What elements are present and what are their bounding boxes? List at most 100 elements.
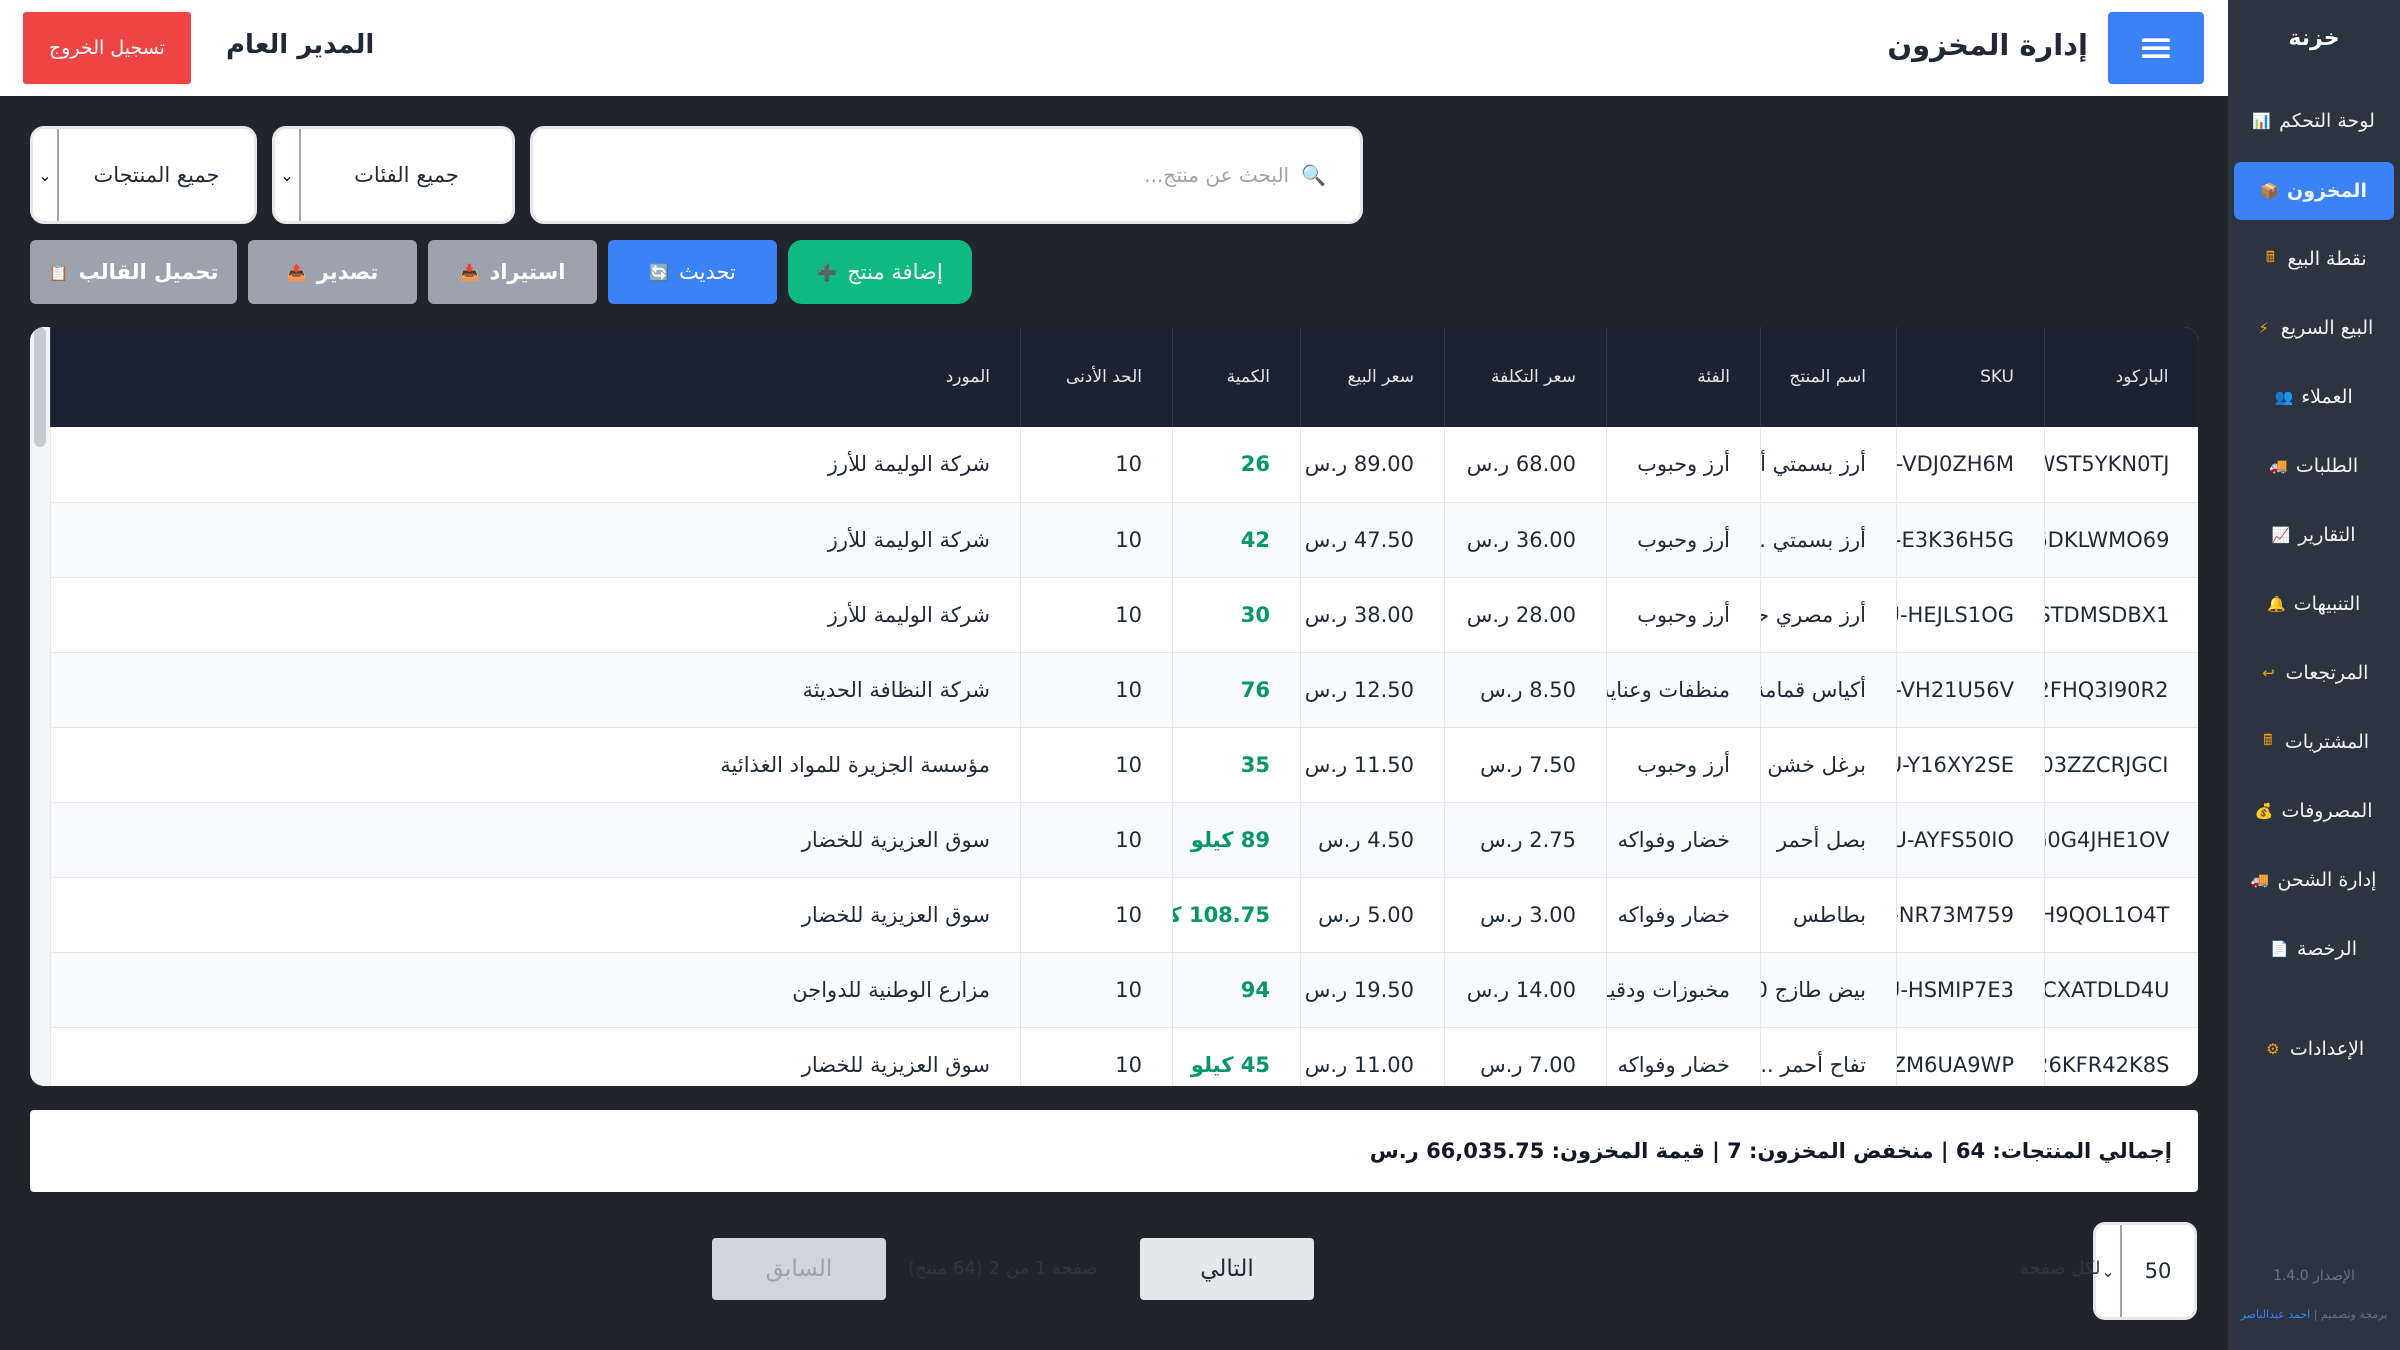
cell-product-name: أكياس قمامة ... (1760, 652, 1897, 728)
cell-sell-price: 19.50 ر.س (1300, 952, 1445, 1028)
credit-line: برمجة وتصميم | احمد عبدالناصر (2228, 1308, 2400, 1321)
table-row[interactable]: KZ-WST5YKN0TJSKU-VDJ0ZH6Mأرز بسمتي أبو .… (50, 427, 2198, 503)
credit-author-link[interactable]: احمد عبدالناصر (2241, 1308, 2311, 1321)
cell-cost-price: 36.00 ر.س (1444, 502, 1607, 578)
sidebar-item-label: التقارير (2298, 524, 2356, 546)
dashboard-icon: 📊 (2252, 112, 2272, 130)
col-header-quantity[interactable]: الكمية (1172, 327, 1301, 427)
add-product-button[interactable]: إضافة منتج ➕ (788, 240, 972, 304)
cell-cost-price: 7.50 ر.س (1444, 727, 1607, 803)
sidebar-item-shipping[interactable]: إدارة الشحن 🚚 (2234, 851, 2394, 909)
col-header-sku[interactable]: SKU (1896, 327, 2045, 427)
search-input[interactable] (589, 163, 1290, 187)
cell-barcode: KZ-D6DKLWMO69 (2044, 502, 2198, 578)
refresh-icon: 🔄 (649, 262, 670, 282)
cell-min-stock: 10 (1020, 577, 1173, 653)
license-icon: 📄 (2270, 940, 2290, 958)
sidebar-item-quick-sale[interactable]: البيع السريع ⚡ (2234, 299, 2394, 357)
export-button[interactable]: تصدير 📤 (248, 240, 417, 304)
product-filter-value: جميع المنتجات (93, 163, 220, 187)
inventory-table: الباركود SKU اسم المنتج الفئة سعر التكلف… (50, 327, 2198, 1086)
expenses-icon: 💰 (2254, 802, 2274, 820)
menu-toggle-button[interactable]: ≡ (2108, 12, 2204, 84)
scrollbar-thumb[interactable] (34, 327, 46, 447)
cell-quantity: 35 (1172, 727, 1301, 803)
cell-barcode: KZ-ESTDMSDBX1 (2044, 577, 2198, 653)
clipboard-icon: 📋 (48, 262, 69, 282)
sidebar-item-pos[interactable]: نقطة البيع 🖩 (2234, 230, 2394, 288)
sidebar-item-label: لوحة التحكم (2279, 110, 2375, 132)
cell-sku: SKU-Y16XY2SE (1896, 727, 2045, 803)
col-header-cost[interactable]: سعر التكلفة (1444, 327, 1607, 427)
cell-category: خضار وفواكه (1606, 1027, 1761, 1086)
sidebar-item-license[interactable]: الرخصة 📄 (2234, 920, 2394, 978)
table-header-row: الباركود SKU اسم المنتج الفئة سعر التكلف… (50, 327, 2198, 427)
table-scrollbar[interactable] (30, 327, 50, 1086)
cell-sell-price: 38.00 ر.س (1300, 577, 1445, 653)
chevron-down-icon: ⌄ (275, 129, 301, 221)
table-row[interactable]: KZ-03ZZCRJGCISKU-Y16XY2SEبرغل خشن 1 ...أ… (50, 727, 2198, 803)
sidebar-item-returns[interactable]: المرتجعات ↩ (2234, 644, 2394, 702)
per-page-select[interactable]: 50 ⌄ (2093, 1222, 2197, 1320)
col-header-min[interactable]: الحد الأدنى (1020, 327, 1173, 427)
cell-category: أرز وحبوب (1606, 577, 1761, 653)
table-row[interactable]: KZ-D6DKLWMO69SKU-E3K36H5Gأرز بسمتي ...أر… (50, 502, 2198, 578)
cell-sku: SKU-VH21U56V (1896, 652, 2045, 728)
prev-page-button[interactable]: السابق (712, 1238, 886, 1300)
inventory-table-container: الباركود SKU اسم المنتج الفئة سعر التكلف… (30, 327, 2198, 1086)
cell-barcode: KZ-2FHQ3I90R2 (2044, 652, 2198, 728)
sidebar-item-label: البيع السريع (2280, 317, 2374, 339)
product-filter-select[interactable]: جميع المنتجات ⌄ (30, 126, 257, 224)
sidebar-item-expenses[interactable]: المصروفات 💰 (2234, 782, 2394, 840)
table-row[interactable]: KZ-G0G4JHE1OVSKU-AYFS50IOبصل أحمرخضار وف… (50, 802, 2198, 878)
cell-product-name: بطاطس (1760, 877, 1897, 953)
cell-supplier: شركة النظافة الحديثة (50, 652, 1021, 728)
table-row[interactable]: KZ-2FHQ3I90R2SKU-VH21U56Vأكياس قمامة ...… (50, 652, 2198, 728)
cell-min-stock: 10 (1020, 502, 1173, 578)
col-header-barcode[interactable]: الباركود (2044, 327, 2198, 427)
cell-cost-price: 68.00 ر.س (1444, 427, 1607, 503)
sidebar-item-alerts[interactable]: التنبيهات 🔔 (2234, 575, 2394, 633)
inventory-icon: 📦 (2260, 182, 2280, 200)
logout-button[interactable]: تسجيل الخروج (23, 12, 191, 84)
export-icon: 📤 (286, 262, 307, 282)
sidebar-item-reports[interactable]: التقارير 📈 (2234, 506, 2394, 564)
cell-cost-price: 8.50 ر.س (1444, 652, 1607, 728)
col-header-name[interactable]: اسم المنتج (1760, 327, 1897, 427)
cell-product-name: بيض طازج 30 ... (1760, 952, 1897, 1028)
sidebar-item-inventory[interactable]: المخزون 📦 (2234, 162, 2394, 220)
refresh-button[interactable]: تحديث 🔄 (608, 240, 777, 304)
table-row[interactable]: KZ-26KFR42K8SSKU-ZM6UA9WPتفاح أحمر ...خض… (50, 1027, 2198, 1086)
sidebar: خزنة لوحة التحكم 📊 المخزون 📦 نقطة البيع 🖩 البي… (2228, 0, 2400, 1350)
table-row[interactable]: KZ-DH9QOL1O4TSKU-NR73M759بطاطسخضار وفواك… (50, 877, 2198, 953)
per-page-value: 50 (2144, 1259, 2172, 1283)
sidebar-item-customers[interactable]: العملاء 👥 (2234, 368, 2394, 426)
cell-product-name: تفاح أحمر ... (1760, 1027, 1897, 1086)
sidebar-item-settings[interactable]: الإعدادات ⚙ (2234, 1020, 2394, 1078)
category-select-value: جميع الفئات (354, 163, 459, 187)
cell-sell-price: 89.00 ر.س (1300, 427, 1445, 503)
download-template-button[interactable]: تحميل القالب 📋 (30, 240, 237, 304)
sidebar-item-dashboard[interactable]: لوحة التحكم 📊 (2234, 92, 2394, 150)
page-title: إدارة المخزون (1887, 28, 2088, 62)
col-header-price[interactable]: سعر البيع (1300, 327, 1445, 427)
cell-sell-price: 4.50 ر.س (1300, 802, 1445, 878)
import-button[interactable]: استيراد 📥 (428, 240, 597, 304)
cell-category: منظفات وعناية (1606, 652, 1761, 728)
template-button-label: تحميل القالب (78, 260, 219, 284)
table-body: KZ-WST5YKN0TJSKU-VDJ0ZH6Mأرز بسمتي أبو .… (50, 427, 2198, 1086)
category-select[interactable]: جميع الفئات ⌄ (272, 126, 515, 224)
col-header-category[interactable]: الفئة (1606, 327, 1761, 427)
table-row[interactable]: KZ-HCXATDLD4USKU-HSMIP7E3بيض طازج 30 ...… (50, 952, 2198, 1028)
col-header-supplier[interactable]: المورد (50, 327, 1021, 427)
table-row[interactable]: KZ-ESTDMSDBX1SKU-HEJLS1OGأرز مصري حبة ..… (50, 577, 2198, 653)
cell-cost-price: 7.00 ر.س (1444, 1027, 1607, 1086)
sidebar-item-orders[interactable]: الطلبات 🚚 (2234, 437, 2394, 495)
sidebar-item-purchases[interactable]: المشتريات 🖩 (2234, 713, 2394, 771)
next-page-button[interactable]: التالي (1140, 1238, 1314, 1300)
sidebar-item-label: المرتجعات (2285, 662, 2369, 684)
alerts-icon: 🔔 (2267, 595, 2286, 613)
cell-supplier: مؤسسة الجزيرة للمواد الغذائية (50, 727, 1021, 803)
search-box: 🔍 (530, 126, 1363, 224)
cell-sell-price: 12.50 ر.س (1300, 652, 1445, 728)
